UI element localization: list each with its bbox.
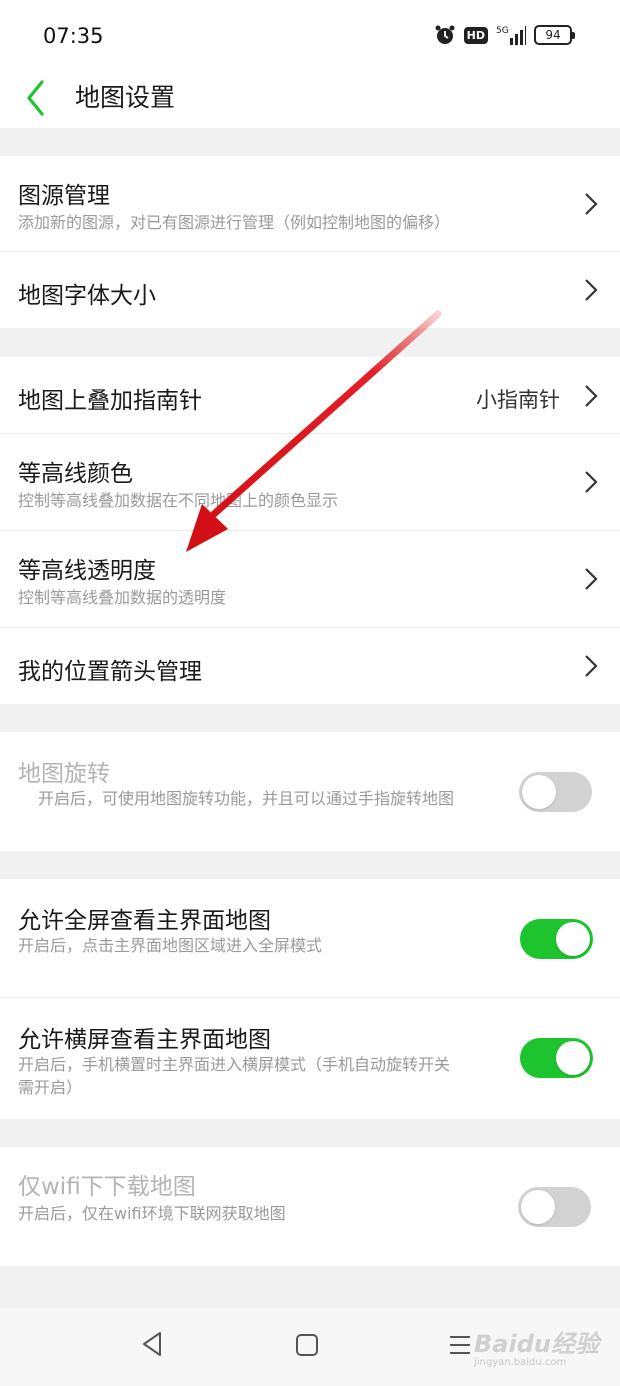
row-subtitle: 控制等高线叠加数据的透明度	[18, 588, 227, 607]
settings-section-source: 图源管理 添加新的图源，对已有图源进行管理（例如控制地图的偏移） 地图字体大小	[0, 156, 620, 328]
nav-menu-icon[interactable]	[448, 1334, 472, 1356]
map-rotation-toggle	[519, 772, 592, 812]
nav-back-icon[interactable]	[140, 1330, 166, 1358]
signal-icon: 5G	[496, 26, 526, 45]
row-fullscreen-map[interactable]: 允许全屏查看主界面地图 开启后，点击主界面地图区域进入全屏模式	[0, 879, 620, 998]
row-subtitle: 开启后，点击主界面地图区域进入全屏模式	[18, 936, 323, 955]
row-title: 地图上叠加指南针	[18, 388, 202, 414]
settings-section-rotation: 地图旋转 开启后，可使用地图旋转功能，并且可以通过手指旋转地图	[0, 732, 620, 851]
nav-home-icon[interactable]	[296, 1334, 318, 1356]
watermark-main: Baidu经验	[474, 1330, 599, 1358]
row-subtitle: 开启后，手机横置时主界面进入横屏模式（手机自动旋转开关	[18, 1055, 451, 1074]
row-tile-source[interactable]: 图源管理 添加新的图源，对已有图源进行管理（例如控制地图的偏移）	[0, 156, 620, 252]
alarm-icon	[435, 25, 455, 44]
row-map-rotation: 地图旋转 开启后，可使用地图旋转功能，并且可以通过手指旋转地图	[0, 732, 620, 851]
chevron-right-icon	[585, 471, 598, 493]
chevron-right-icon	[585, 193, 598, 215]
row-subtitle: 开启后，仅在wifi环境下联网获取地图	[18, 1204, 286, 1223]
status-time: 07:35	[43, 24, 104, 48]
network-label: 5G	[496, 26, 509, 36]
settings-section-overlay: 地图上叠加指南针 小指南针 等高线颜色 控制等高线叠加数据在不同地图上的颜色显示…	[0, 357, 620, 704]
row-title: 允许横屏查看主界面地图	[18, 1027, 271, 1053]
fullscreen-map-toggle[interactable]	[520, 919, 593, 959]
app-header: 地图设置	[0, 72, 620, 128]
battery-icon: 94	[534, 25, 575, 45]
row-wifi-download: 仅wifi下下载地图 开启后，仅在wifi环境下联网获取地图	[0, 1147, 620, 1266]
chevron-right-icon	[585, 655, 598, 677]
status-bar: 07:35 HD 5G 94	[0, 0, 620, 72]
settings-section-display: 允许全屏查看主界面地图 开启后，点击主界面地图区域进入全屏模式 允许横屏查看主界…	[0, 879, 620, 1119]
row-contour-opacity[interactable]: 等高线透明度 控制等高线叠加数据的透明度	[0, 531, 620, 628]
chevron-right-icon	[585, 279, 598, 301]
row-landscape-map[interactable]: 允许横屏查看主界面地图 开启后，手机横置时主界面进入横屏模式（手机自动旋转开关 …	[0, 998, 620, 1119]
row-contour-color[interactable]: 等高线颜色 控制等高线叠加数据在不同地图上的颜色显示	[0, 434, 620, 531]
row-title: 等高线颜色	[18, 461, 133, 487]
system-nav-bar: Baidu经验 jingyan.baidu.com	[0, 1308, 620, 1386]
row-location-arrow[interactable]: 我的位置箭头管理	[0, 628, 620, 704]
chevron-right-icon	[585, 385, 598, 407]
row-subtitle: 开启后，可使用地图旋转功能，并且可以通过手指旋转地图	[38, 789, 455, 808]
wifi-download-toggle	[518, 1187, 591, 1227]
landscape-map-toggle[interactable]	[520, 1038, 593, 1078]
page-title: 地图设置	[75, 83, 176, 112]
status-icons: HD 5G 94	[434, 24, 575, 46]
compass-value: 小指南针	[476, 388, 560, 412]
row-title: 等高线透明度	[18, 558, 156, 584]
chevron-left-icon[interactable]	[24, 78, 48, 118]
row-subtitle: 添加新的图源，对已有图源进行管理（例如控制地图的偏移）	[18, 213, 451, 232]
row-title: 地图旋转	[18, 761, 110, 787]
row-title: 允许全屏查看主界面地图	[18, 908, 271, 934]
baidu-watermark: Baidu经验 jingyan.baidu.com	[474, 1324, 599, 1374]
row-subtitle: 控制等高线叠加数据在不同地图上的颜色显示	[18, 491, 339, 510]
settings-section-download: 仅wifi下下载地图 开启后，仅在wifi环境下联网获取地图	[0, 1147, 620, 1266]
row-title: 仅wifi下下载地图	[18, 1174, 196, 1200]
row-font-size[interactable]: 地图字体大小	[0, 252, 620, 328]
row-compass[interactable]: 地图上叠加指南针 小指南针	[0, 357, 620, 434]
row-subtitle-2: 需开启）	[18, 1078, 83, 1097]
hd-icon: HD	[463, 26, 488, 44]
row-title: 我的位置箭头管理	[18, 659, 202, 685]
chevron-right-icon	[585, 568, 598, 590]
row-title: 地图字体大小	[18, 283, 156, 309]
row-title: 图源管理	[18, 183, 110, 209]
